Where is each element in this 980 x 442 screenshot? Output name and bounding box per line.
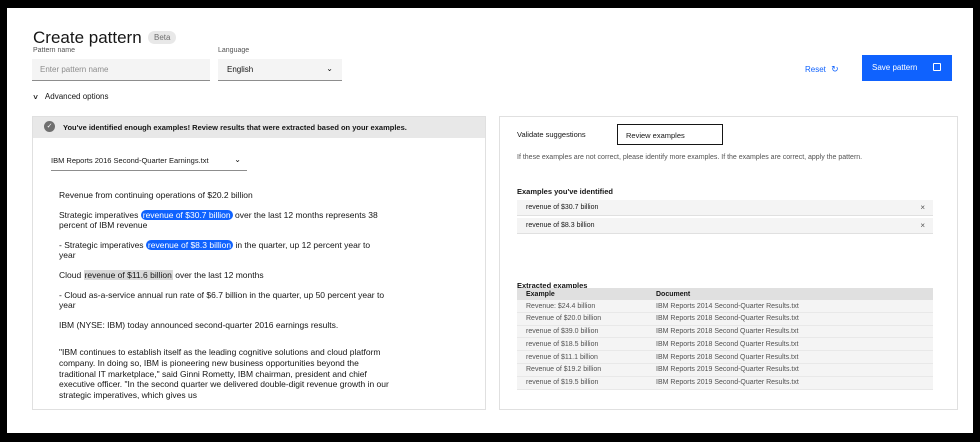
language-select[interactable]: English ⌄ — [218, 59, 342, 81]
table-row: revenue of $18.5 billion IBM Reports 2018… — [517, 338, 933, 352]
review-hint: If these examples are not correct, pleas… — [517, 154, 863, 161]
column-header-example: Example — [526, 290, 555, 298]
column-header-document: Document — [656, 290, 691, 298]
beta-badge: Beta — [148, 31, 177, 44]
save-pattern-label: Save pattern — [872, 63, 918, 72]
close-icon[interactable]: × — [920, 203, 925, 212]
pattern-name-label: Pattern name — [33, 47, 76, 54]
chevron-down-icon: ∨ — [32, 94, 39, 101]
table-row: Revenue of $19.2 billion IBM Reports 2019… — [517, 363, 933, 377]
review-panel: Validate suggestions Review examples If … — [499, 116, 958, 410]
chevron-down-icon: ⌄ — [234, 155, 241, 164]
table-cell: revenue of $19.5 billion — [526, 379, 599, 387]
table-cell: Revenue of $19.2 billion — [526, 366, 602, 374]
tab-validate-suggestions[interactable]: Validate suggestions — [517, 124, 615, 145]
text-span: Strategic imperatives — [59, 209, 141, 220]
text-span: - Strategic imperatives — [59, 239, 146, 250]
identified-example-row: revenue of $30.7 billion × — [517, 200, 933, 216]
identified-examples-title: Examples you've identified — [517, 187, 613, 196]
page-title: Create pattern — [33, 28, 142, 47]
identified-example-text: revenue of $30.7 billion — [526, 204, 599, 211]
language-label: Language — [218, 47, 250, 54]
table-cell: revenue of $39.0 billion — [526, 328, 599, 336]
checkmark-icon: ✓ — [44, 121, 55, 132]
success-notification: ✓ You've identified enough examples! Rev… — [33, 117, 485, 138]
table-header: Example Document — [517, 288, 933, 300]
table-cell: IBM Reports 2018 Second Quarter Results.… — [656, 353, 799, 361]
document-text[interactable]: Revenue from continuing operations of $2… — [59, 190, 389, 409]
tab-review-examples[interactable]: Review examples — [617, 124, 723, 145]
table-cell: revenue of $18.5 billion — [526, 340, 599, 348]
document-select-value: IBM Reports 2016 Second-Quarter Earnings… — [51, 156, 209, 165]
save-icon — [933, 63, 941, 71]
table-row: revenue of $19.5 billion IBM Reports 2019… — [517, 376, 933, 390]
notification-text: You've identified enough examples! Revie… — [63, 123, 407, 132]
doc-paragraph: - Cloud as-a-service annual run rate of … — [59, 289, 385, 311]
close-icon[interactable]: × — [920, 221, 925, 230]
table-cell: IBM Reports 2019 Second-Quarter Results.… — [656, 366, 799, 374]
doc-paragraph: Cloud revenue of $11.6 billion over the … — [59, 269, 389, 281]
table-cell: IBM Reports 2018 Second Quarter Results.… — [656, 340, 799, 348]
reset-icon: ↻ — [831, 64, 839, 74]
doc-paragraph: Revenue from continuing operations of $2… — [59, 190, 253, 200]
table-cell: IBM Reports 2014 Second-Quarter Results.… — [656, 302, 799, 310]
pattern-name-input[interactable] — [32, 59, 210, 81]
doc-paragraph: Strategic imperatives revenue of $30.7 b… — [59, 209, 389, 231]
table-cell: IBM Reports 2019 Second-Quarter Results.… — [656, 379, 799, 387]
table-cell: revenue of $11.1 billion — [526, 353, 598, 361]
table-row: Revenue of $20.0 billion IBM Reports 2018… — [517, 312, 933, 326]
advanced-options-toggle[interactable]: ∨ Advanced options — [32, 92, 109, 101]
table-row: revenue of $11.1 billion IBM Reports 2018… — [517, 351, 933, 364]
extracted-match[interactable]: revenue of $11.6 billion — [83, 269, 173, 280]
doc-paragraph: IBM (NYSE: IBM) today announced second-q… — [59, 319, 339, 330]
identified-example-row: revenue of $8.3 billion × — [517, 218, 933, 234]
highlighted-example[interactable]: revenue of $8.3 billion — [145, 239, 234, 250]
advanced-options-label: Advanced options — [44, 92, 109, 101]
chevron-down-icon: ⌄ — [326, 64, 333, 73]
text-span: over the last 12 months — [172, 269, 264, 280]
highlighted-example[interactable]: revenue of $30.7 billion — [140, 209, 233, 220]
document-select[interactable]: IBM Reports 2016 Second-Quarter Earnings… — [51, 153, 247, 171]
table-cell: Revenue of $20.0 billion — [526, 315, 602, 323]
table-row: revenue of $39.0 billion IBM Reports 2018… — [517, 325, 933, 339]
document-panel: ✓ You've identified enough examples! Rev… — [32, 116, 486, 410]
table-cell: Revenue: $24.4 billion — [526, 302, 596, 310]
text-span: Cloud — [59, 269, 84, 280]
doc-paragraph: - Strategic imperatives revenue of $8.3 … — [59, 239, 389, 261]
doc-paragraph: "IBM continues to establish itself as th… — [59, 347, 389, 400]
create-pattern-window: Create pattern Beta Pattern name Languag… — [7, 8, 973, 433]
reset-label: Reset — [805, 65, 826, 74]
table-cell: IBM Reports 2018 Second-Quarter Results.… — [656, 315, 799, 323]
save-pattern-button[interactable]: Save pattern — [862, 55, 952, 81]
extracted-examples-table: Example Document Revenue: $24.4 billion I… — [517, 288, 933, 390]
reset-button[interactable]: Reset ↻ — [805, 64, 839, 75]
identified-example-text: revenue of $8.3 billion — [526, 222, 595, 229]
table-cell: IBM Reports 2018 Second Quarter Results.… — [656, 328, 799, 336]
table-row: Revenue: $24.4 billion IBM Reports 2014 S… — [517, 300, 933, 313]
language-value: English — [227, 65, 254, 74]
